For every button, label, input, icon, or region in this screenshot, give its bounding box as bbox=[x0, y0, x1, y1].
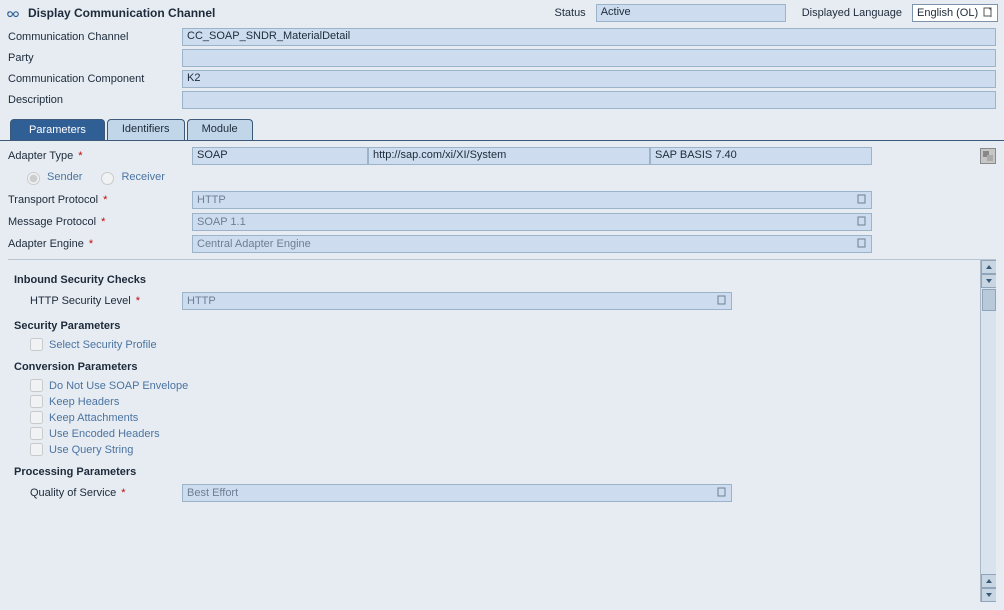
use-query-string-checkbox[interactable]: Use Query String bbox=[30, 443, 970, 456]
transport-protocol-row: Transport Protocol * HTTP bbox=[8, 191, 996, 209]
message-protocol-label: Message Protocol bbox=[8, 216, 96, 228]
adapter-engine-dropdown[interactable]: Central Adapter Engine bbox=[192, 235, 872, 253]
processing-parameters-heading: Processing Parameters bbox=[14, 466, 970, 478]
security-parameters-heading: Security Parameters bbox=[14, 320, 970, 332]
sender-radio[interactable]: Sender bbox=[22, 169, 82, 185]
receiver-radio[interactable]: Receiver bbox=[96, 169, 164, 185]
parameters-panel: Adapter Type * SOAP http://sap.com/xi/XI… bbox=[0, 141, 1004, 602]
language-label: Displayed Language bbox=[802, 7, 902, 19]
required-marker: * bbox=[75, 150, 82, 162]
adapter-type-value: SOAP bbox=[192, 147, 368, 165]
tab-identifiers[interactable]: Identifiers bbox=[107, 119, 185, 140]
http-security-dropdown[interactable]: HTTP bbox=[182, 292, 732, 310]
component-value: K2 bbox=[182, 70, 996, 88]
http-security-label: HTTP Security Level bbox=[30, 295, 131, 307]
conversion-parameters-heading: Conversion Parameters bbox=[14, 361, 970, 373]
component-label: Communication Component bbox=[8, 70, 176, 88]
party-label: Party bbox=[8, 49, 176, 67]
glasses-icon bbox=[6, 6, 22, 20]
status-label: Status bbox=[555, 7, 586, 19]
qos-row: Quality of Service * Best Effort bbox=[14, 484, 970, 502]
description-value bbox=[182, 91, 996, 109]
chevron-down-icon bbox=[857, 216, 867, 229]
adapter-type-label: Adapter Type bbox=[8, 150, 73, 162]
use-encoded-headers-checkbox[interactable]: Use Encoded Headers bbox=[30, 427, 970, 440]
select-security-profile-checkbox[interactable]: Select Security Profile bbox=[14, 338, 970, 351]
scroll-up-button[interactable] bbox=[981, 260, 996, 274]
http-security-row: HTTP Security Level * HTTP bbox=[14, 292, 970, 310]
title-bar: Display Communication Channel Status Act… bbox=[0, 0, 1004, 26]
header-fields: Communication Channel CC_SOAP_SNDR_Mater… bbox=[0, 26, 1004, 119]
tab-parameters[interactable]: Parameters bbox=[10, 119, 105, 140]
tab-module[interactable]: Module bbox=[187, 119, 253, 140]
page-icon bbox=[983, 7, 993, 20]
message-protocol-row: Message Protocol * SOAP 1.1 bbox=[8, 213, 996, 231]
language-value: English (OL) bbox=[917, 7, 978, 19]
chevron-down-icon bbox=[857, 194, 867, 207]
chevron-down-icon bbox=[717, 487, 727, 500]
tab-strip: Parameters Identifiers Module bbox=[10, 119, 1004, 140]
adapter-swcv: SAP BASIS 7.40 bbox=[650, 147, 872, 165]
qos-dropdown[interactable]: Best Effort bbox=[182, 484, 732, 502]
vertical-scrollbar[interactable] bbox=[980, 260, 996, 602]
channel-value: CC_SOAP_SNDR_MaterialDetail bbox=[182, 28, 996, 46]
message-protocol-dropdown[interactable]: SOAP 1.1 bbox=[192, 213, 872, 231]
chevron-down-icon bbox=[857, 238, 867, 251]
adapter-engine-row: Adapter Engine * Central Adapter Engine bbox=[8, 235, 996, 253]
no-soap-envelope-checkbox[interactable]: Do Not Use SOAP Envelope bbox=[30, 379, 970, 392]
scroll-down-button[interactable] bbox=[981, 588, 996, 602]
description-label: Description bbox=[8, 91, 176, 109]
adapter-namespace: http://sap.com/xi/XI/System bbox=[368, 147, 650, 165]
keep-headers-checkbox[interactable]: Keep Headers bbox=[30, 395, 970, 408]
page-title: Display Communication Channel bbox=[28, 6, 215, 20]
scroll-up-button[interactable] bbox=[981, 574, 996, 588]
adapter-engine-label: Adapter Engine bbox=[8, 238, 84, 250]
language-dropdown[interactable]: English (OL) bbox=[912, 4, 998, 22]
transport-protocol-label: Transport Protocol bbox=[8, 194, 98, 206]
qos-label: Quality of Service bbox=[30, 487, 116, 499]
transport-protocol-dropdown[interactable]: HTTP bbox=[192, 191, 872, 209]
parameters-scroll-area: Inbound Security Checks HTTP Security Le… bbox=[8, 259, 996, 602]
scroll-thumb[interactable] bbox=[982, 289, 996, 311]
value-help-icon[interactable] bbox=[980, 148, 996, 164]
status-value: Active bbox=[596, 4, 786, 22]
inbound-security-heading: Inbound Security Checks bbox=[14, 274, 970, 286]
adapter-type-row: Adapter Type * SOAP http://sap.com/xi/XI… bbox=[8, 147, 996, 165]
keep-attachments-checkbox[interactable]: Keep Attachments bbox=[30, 411, 970, 424]
direction-radio-group: Sender Receiver bbox=[8, 169, 996, 185]
party-value bbox=[182, 49, 996, 67]
scroll-down-button[interactable] bbox=[981, 274, 996, 288]
channel-label: Communication Channel bbox=[8, 28, 176, 46]
chevron-down-icon bbox=[717, 295, 727, 308]
